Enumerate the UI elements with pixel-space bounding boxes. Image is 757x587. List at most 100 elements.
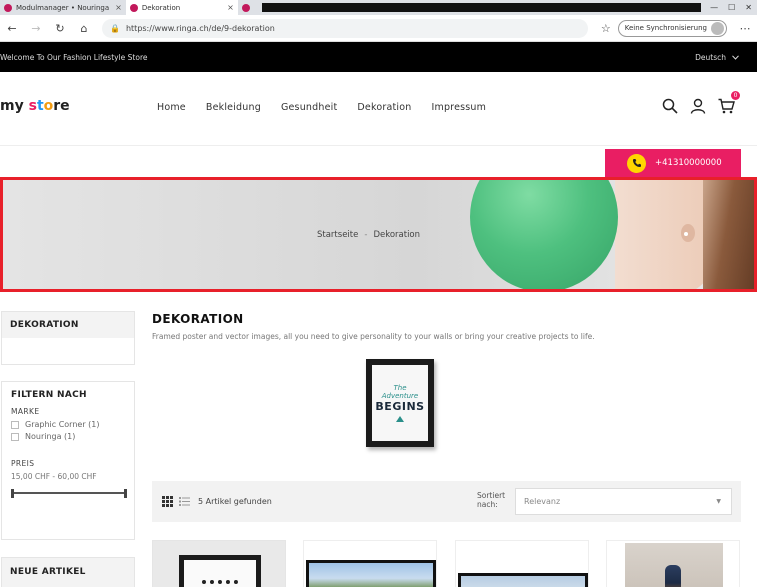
close-icon[interactable]: ×	[227, 3, 234, 12]
category-image: The Adventure BEGINS	[366, 359, 434, 447]
language-selector[interactable]: Deutsch	[695, 53, 739, 62]
site-favicon-icon	[129, 3, 138, 12]
cart-count-badge: 0	[731, 91, 740, 100]
list-view-icon[interactable]	[179, 497, 190, 506]
slider-handle-max[interactable]	[124, 489, 127, 498]
favorites-icon[interactable]: ☆	[594, 22, 618, 35]
product-card[interactable]	[303, 540, 437, 587]
url-field[interactable]: 🔒 https://www.ringa.ch/de/9-dekoration	[102, 18, 588, 38]
nav-gesundheit[interactable]: Gesundheit	[281, 102, 337, 113]
welcome-text: Welcome To Our Fashion Lifestyle Store	[0, 52, 148, 62]
caret-down-icon: ▼	[716, 498, 721, 505]
lock-icon: 🔒	[110, 23, 120, 33]
address-bar: ← → ↻ ⌂ 🔒 https://www.ringa.ch/de/9-deko…	[0, 15, 757, 42]
close-icon[interactable]: ×	[115, 3, 122, 12]
more-icon[interactable]: ⋯	[733, 22, 757, 35]
logo-part: s	[28, 98, 37, 114]
brand-option-graphic-corner[interactable]: Graphic Corner (1)	[11, 420, 125, 429]
grid-view-icon[interactable]	[162, 496, 173, 507]
site-favicon-icon	[241, 3, 250, 12]
search-icon[interactable]	[662, 98, 678, 114]
product-count: 5 Artikel gefunden	[198, 497, 272, 506]
slider-handle-min[interactable]	[11, 489, 14, 498]
page-title: DEKORATION	[152, 312, 244, 326]
nav-home[interactable]: Home	[157, 102, 186, 113]
logo-part: re	[53, 98, 70, 114]
filter-box: FILTERN NACH MARKE Graphic Corner (1) No…	[1, 381, 135, 540]
tab-dekoration[interactable]: Dekoration ×	[125, 0, 238, 15]
breadcrumb-home[interactable]: Startseite	[317, 230, 358, 240]
tab-title: Modulmanager • Nouringa	[16, 3, 110, 12]
product-image	[458, 573, 588, 587]
sync-button[interactable]: Keine Synchronisierung	[617, 19, 727, 37]
price-slider[interactable]	[11, 489, 127, 498]
price-range: 15,00 CHF - 60,00 CHF	[11, 472, 97, 481]
sort-value: Relevanz	[524, 497, 561, 506]
nav-bekleidung[interactable]: Bekleidung	[206, 102, 261, 113]
checkbox-icon[interactable]	[11, 432, 19, 441]
category-title: DEKORATION	[2, 312, 134, 338]
slider-track	[13, 492, 125, 494]
logo-part: my	[0, 98, 29, 114]
phone-contact-button[interactable]: +41310000000	[605, 149, 741, 177]
category-description: Framed poster and vector images, all you…	[152, 332, 595, 341]
store-logo[interactable]: my store	[0, 98, 70, 114]
tent-icon	[396, 416, 404, 422]
redacted-tabs	[261, 3, 702, 12]
banner-photo-face	[615, 180, 715, 289]
brand-label: MARKE	[11, 407, 40, 416]
cart-button[interactable]: 0	[718, 91, 740, 114]
tab-bar: Modulmanager • Nouringa × Dekoration × —…	[0, 0, 757, 15]
new-articles-title: NEUE ARTIKEL	[1, 557, 135, 587]
forward-arrow-icon[interactable]: →	[24, 22, 48, 35]
price-label: PREIS	[11, 459, 35, 468]
category-banner: Startseite - Dekoration	[0, 177, 757, 292]
product-image	[306, 560, 436, 587]
phone-number: +41310000000	[655, 158, 722, 168]
product-image	[625, 543, 723, 587]
maximize-icon[interactable]: ☐	[723, 3, 740, 12]
poster-text-mid: Adventure	[381, 392, 419, 400]
category-box: DEKORATION	[1, 311, 135, 365]
breadcrumb-current: Dekoration	[373, 230, 421, 240]
logo-part: t	[36, 98, 44, 114]
browser-window: Modulmanager • Nouringa × Dekoration × —…	[0, 0, 757, 587]
tab-title: Dekoration	[141, 3, 181, 12]
tab-third[interactable]	[238, 0, 258, 15]
nav-dekoration[interactable]: Dekoration	[357, 102, 411, 113]
url-text: https://www.ringa.ch/de/9-dekoration	[125, 23, 275, 33]
back-arrow-icon[interactable]: ←	[0, 22, 24, 35]
avatar-icon	[711, 21, 724, 35]
checkbox-icon[interactable]	[11, 420, 19, 429]
reload-icon[interactable]: ↻	[48, 22, 72, 35]
poster-text-big: BEGINS	[375, 400, 425, 413]
banner-balloon	[470, 180, 618, 289]
product-image	[179, 555, 261, 587]
header-icons: 0	[662, 91, 740, 114]
nav-impressum[interactable]: Impressum	[431, 102, 486, 113]
sort-label: Sortiert nach:	[477, 491, 506, 509]
window-close-icon[interactable]: ✕	[740, 3, 757, 12]
product-toolbar: 5 Artikel gefunden Sortiert nach: Releva…	[152, 481, 741, 522]
tab-modulmanager[interactable]: Modulmanager • Nouringa ×	[0, 0, 126, 15]
breadcrumb: Startseite - Dekoration	[317, 230, 420, 240]
site-header: my store Home Bekleidung Gesundheit Deko…	[0, 72, 757, 146]
product-card[interactable]	[606, 540, 740, 587]
banner-photo-hair	[703, 180, 754, 289]
poster-text-top: The	[393, 384, 407, 392]
banner-photo-ear	[681, 224, 695, 242]
chevron-down-icon	[732, 54, 739, 60]
brand-option-nouringa[interactable]: Nouringa (1)	[11, 432, 125, 441]
home-icon[interactable]: ⌂	[72, 22, 96, 35]
product-card[interactable]	[152, 540, 286, 587]
breadcrumb-separator: -	[364, 230, 368, 240]
cart-icon	[718, 98, 735, 114]
welcome-strip: Welcome To Our Fashion Lifestyle Store D…	[0, 42, 757, 72]
brand-option-label: Nouringa (1)	[25, 432, 76, 441]
minimize-icon[interactable]: —	[705, 3, 723, 12]
user-icon[interactable]	[690, 98, 706, 114]
product-card[interactable]	[455, 540, 589, 587]
sort-select[interactable]: Relevanz ▼	[515, 488, 732, 515]
main-nav: Home Bekleidung Gesundheit Dekoration Im…	[157, 102, 506, 113]
language-label: Deutsch	[695, 52, 726, 62]
